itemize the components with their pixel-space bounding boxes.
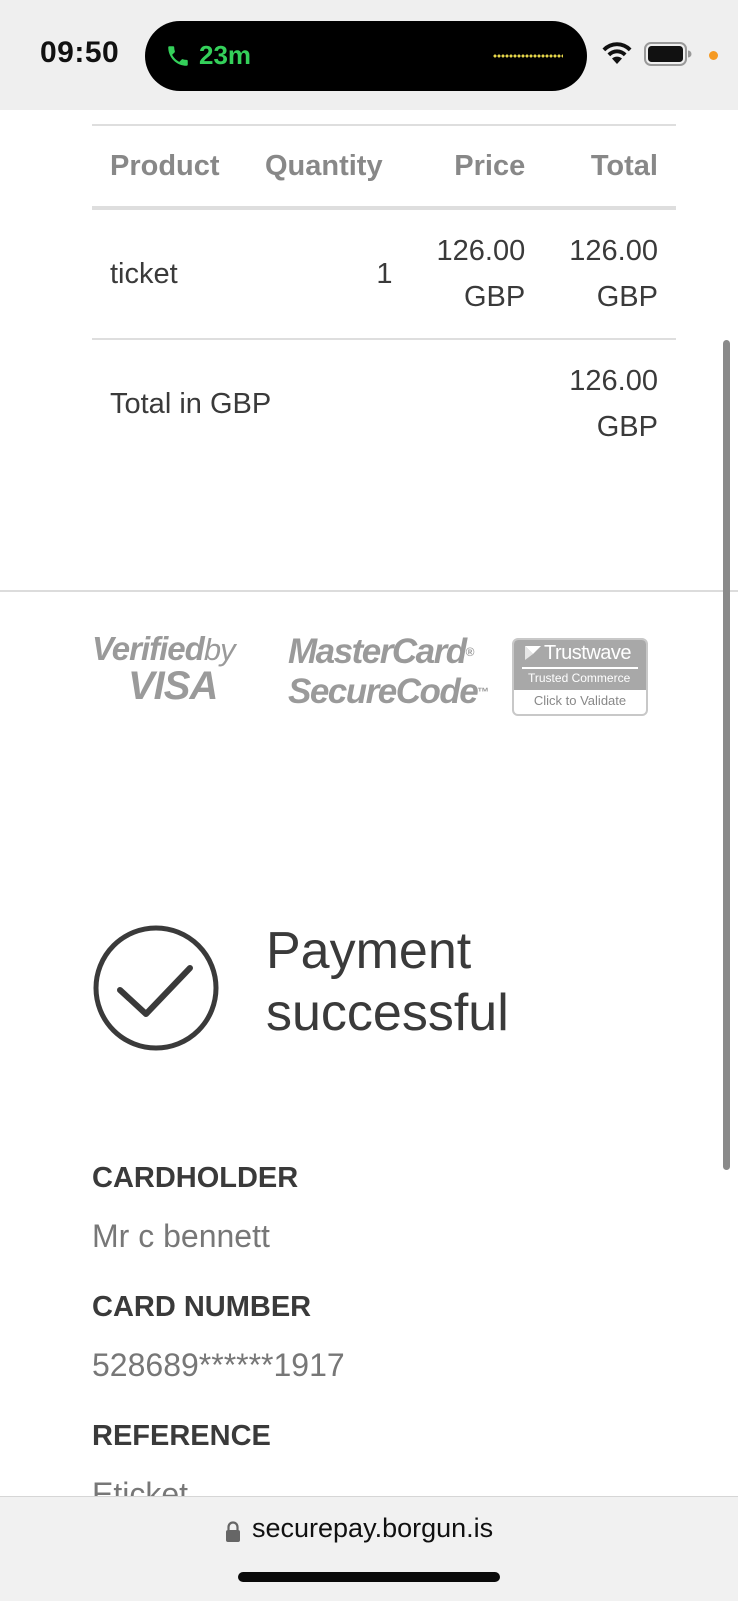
home-indicator[interactable]	[238, 1572, 500, 1582]
row-price-amount: 126.00	[436, 235, 526, 267]
cardholder-value: Mr c bennett	[92, 1218, 270, 1254]
trustwave-subtitle: Trusted Commerce	[528, 671, 631, 685]
row-total-currency: GBP	[596, 281, 658, 313]
grand-total-amount: 126.00	[569, 365, 658, 397]
status-bar: 09:50 23m	[0, 0, 738, 110]
row-quantity: 1	[246, 208, 411, 340]
row-product: ticket	[92, 208, 247, 340]
wifi-icon	[602, 42, 632, 64]
grand-total-label: Total in GBP	[110, 388, 272, 420]
reference-value: Eticket	[92, 1476, 189, 1496]
reference-label: REFERENCE	[92, 1420, 271, 1452]
card-number-label: CARD NUMBER	[92, 1291, 312, 1323]
scrollbar-thumb[interactable]	[723, 340, 730, 1170]
trustwave-validate-link[interactable]: Click to Validate	[514, 690, 646, 712]
privacy-indicator-dot	[709, 51, 718, 60]
mastercard-text: MasterCard	[288, 632, 467, 671]
column-header-total: Total	[543, 124, 676, 210]
call-duration: 23m	[199, 40, 252, 70]
checkmark-circle-icon	[93, 925, 219, 1051]
table-row: ticket 1 126.00 GBP 126.00 GBP	[92, 208, 676, 340]
cardholder-label: CARDHOLDER	[92, 1162, 299, 1194]
audio-waveform-icon	[493, 54, 563, 58]
column-header-quantity: Quantity	[246, 124, 411, 210]
trustwave-logo-icon	[525, 646, 541, 660]
card-number-value: 528689******1917	[92, 1347, 345, 1383]
dynamic-island-call[interactable]: 23m	[145, 21, 587, 91]
row-total: 126.00 GBP	[543, 208, 676, 340]
securecode-text: SecureCode	[288, 672, 479, 711]
row-total-amount: 126.00	[569, 235, 658, 267]
column-header-product: Product	[92, 124, 247, 210]
grand-total-value: 126.00 GBP	[543, 339, 676, 468]
payment-status-line1: Payment	[266, 922, 472, 980]
visa-text: VISA	[128, 664, 218, 708]
trustwave-name: Trustwave	[544, 642, 632, 664]
lock-icon	[226, 1521, 240, 1542]
row-price: 126.00 GBP	[410, 208, 544, 340]
visa-verified-text: Verified	[92, 630, 205, 667]
payment-status-line2: successful	[266, 984, 509, 1042]
battery-icon	[644, 42, 692, 66]
status-time: 09:50	[40, 36, 120, 69]
verified-by-visa-badge: Verifiedby VISA	[92, 630, 252, 708]
section-divider	[0, 590, 738, 592]
payment-status-message: Payment successful	[266, 920, 586, 1044]
payment-page: Product Quantity Price Total ticket 1 12…	[0, 110, 738, 1496]
mastercard-securecode-badge: MasterCard® SecureCode™	[288, 632, 489, 711]
trustwave-seal[interactable]: Trustwave Trusted Commerce Click to Vali…	[512, 638, 648, 716]
grand-total-currency: GBP	[596, 411, 658, 443]
row-price-currency: GBP	[463, 281, 526, 313]
browser-address-bar[interactable]: securepay.borgun.is	[0, 1496, 738, 1601]
url-text[interactable]: securepay.borgun.is	[252, 1513, 493, 1544]
phone-icon	[168, 46, 188, 66]
grand-total-row: Total in GBP 126.00 GBP	[92, 339, 676, 468]
visa-by-text: by	[203, 632, 236, 667]
order-summary-table: Product Quantity Price Total ticket 1 12…	[92, 124, 676, 468]
table-header-row: Product Quantity Price Total	[92, 124, 676, 210]
column-header-price: Price	[410, 124, 544, 210]
